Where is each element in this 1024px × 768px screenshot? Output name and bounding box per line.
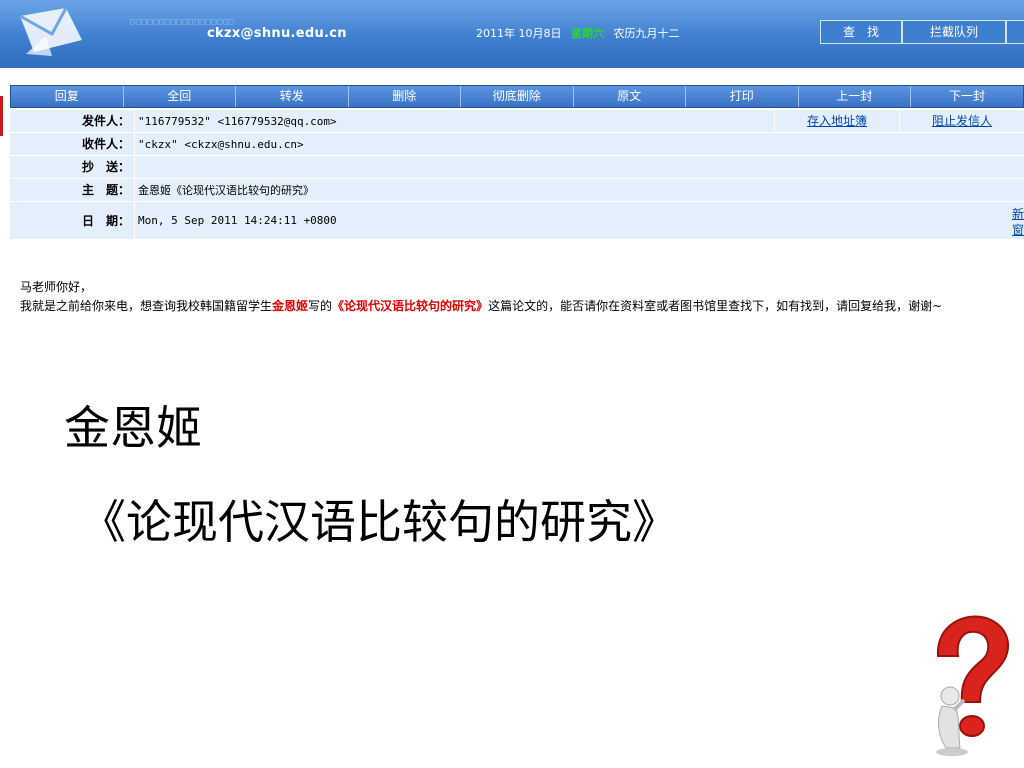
date-label: 日 期： [10,202,135,239]
page: □□□□□□□□□□□□□□□□□□ ckzx@shnu.edu.cn 2011… [0,0,1024,768]
cc-value [135,156,1024,178]
top-actions: 查 找 拦截队列 [820,20,1024,44]
slide-title: 《论现代汉语比较句的研究》 [80,495,678,549]
blocked-queue-button[interactable]: 拦截队列 [902,20,1006,44]
body-suffix: 这篇论文的，能否请你在资料室或者图书馆里查找下，如有找到，请回复给我，谢谢~ [488,299,943,313]
weekday-text: 星期六 [571,27,604,40]
date-value: Mon, 5 Sep 2011 14:24:11 +0800 [138,214,337,227]
next-mail-button[interactable]: 下一封 [911,86,1023,107]
to-value: "ckzx" <ckzx@shnu.edu.cn> [138,138,304,151]
subject-label: 主 题： [10,179,135,201]
previous-mail-button[interactable]: 上一封 [798,86,911,107]
forward-button[interactable]: 转发 [236,86,349,107]
print-button[interactable]: 打印 [686,86,799,107]
from-value: "116779532" <116779532@qq.com> [138,115,337,128]
from-row: 发件人： "116779532" <116779532@qq.com> 存入地址… [10,110,1024,133]
lunar-date-text: 农历九月十二 [613,27,680,40]
permanent-delete-button[interactable]: 彻底删除 [461,86,574,107]
mail-toolbar: 回复 全回 转发 删除 彻底删除 原文 打印 上一封 下一封 [10,85,1024,108]
side-accent [0,96,3,136]
more-button[interactable] [1006,20,1024,44]
account-email: ckzx@shnu.edu.cn [207,26,347,41]
from-label: 发件人： [10,110,135,132]
body-prefix: 我就是之前给你来电，想查询我校韩国籍留学生 [20,299,273,313]
new-window-link[interactable]: 新窗 [1012,206,1024,238]
body-author: 金恩姬 [272,299,309,313]
reply-button[interactable]: 回复 [11,86,124,107]
view-source-button[interactable]: 原文 [573,86,686,107]
to-label: 收件人： [10,133,135,155]
body-mid: 写的 [308,299,333,313]
mail-info-table: 发件人： "116779532" <116779532@qq.com> 存入地址… [10,110,1024,240]
mail-greeting: 马老师你好， [20,280,93,294]
date-text: 2011年 10月8日 [476,27,562,40]
envelope-logo-icon [19,7,82,56]
thinking-question-mark-icon [936,615,1009,756]
body-title: 《论现代汉语比较句的研究》 [332,299,489,313]
slide-author: 金恩姬 [64,401,202,455]
header-date: 2011年 10月8日 星期六 农历九月十二 [476,25,680,41]
subject-row: 主 题： 金恩姬《论现代汉语比较句的研究》 [10,179,1024,202]
subject-value: 金恩姬《论现代汉语比较句的研究》 [138,184,314,197]
cc-label: 抄 送： [10,156,135,178]
delete-button[interactable]: 删除 [348,86,461,107]
block-sender-link[interactable]: 阻止发信人 [899,110,1024,132]
cc-row: 抄 送： [10,156,1024,179]
to-row: 收件人： "ckzx" <ckzx@shnu.edu.cn> [10,133,1024,156]
date-row: 日 期： Mon, 5 Sep 2011 14:24:11 +0800 [10,202,1024,240]
save-address-link[interactable]: 存入地址簿 [774,110,899,132]
mail-header-bar: □□□□□□□□□□□□□□□□□□ ckzx@shnu.edu.cn 2011… [0,0,1024,68]
header-decoration: □□□□□□□□□□□□□□□□□□ [130,17,235,26]
reply-all-button[interactable]: 全回 [123,86,236,107]
search-button[interactable]: 查 找 [820,20,902,44]
mail-body-line: 我就是之前给你来电，想查询我校韩国籍留学生金恩姬写的《论现代汉语比较句的研究》这… [20,297,942,314]
